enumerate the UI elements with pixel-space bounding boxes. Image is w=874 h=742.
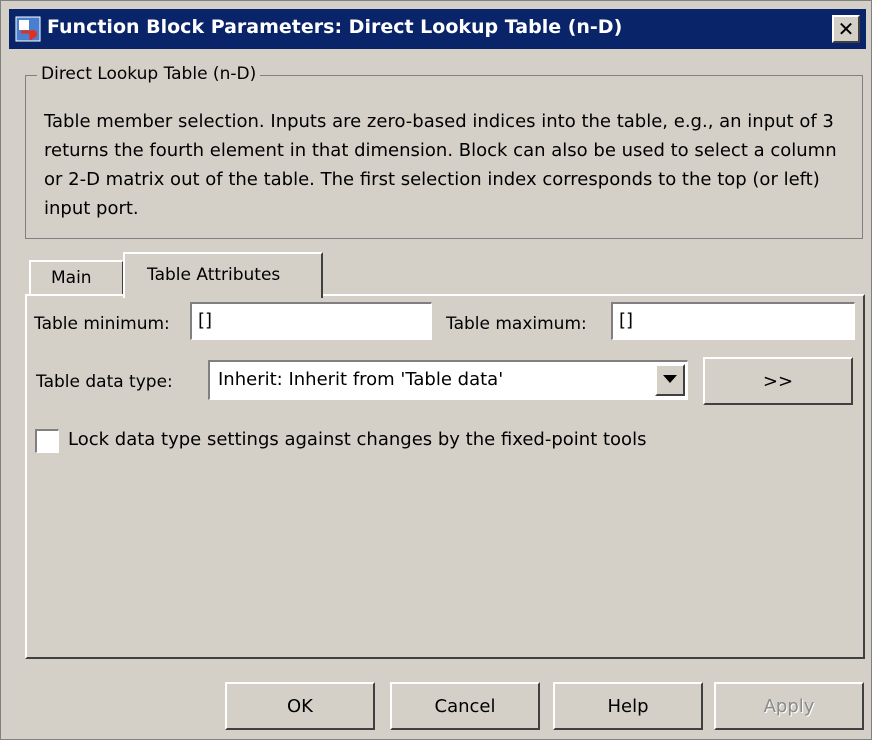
close-icon: ✕ xyxy=(837,17,855,41)
data-type-assistant-label: >> xyxy=(762,370,794,392)
table-maximum-label: Table maximum: xyxy=(446,314,587,334)
simulink-block-icon xyxy=(15,16,41,42)
tab-table-attributes-label: Table Attributes xyxy=(147,265,281,285)
lock-data-type-label: Lock data type settings against changes … xyxy=(68,429,647,450)
table-minimum-label: Table minimum: xyxy=(34,314,170,334)
table-data-type-value: Inherit: Inherit from 'Table data' xyxy=(218,369,504,390)
dialog-window: Function Block Parameters: Direct Lookup… xyxy=(0,0,872,740)
lock-data-type-checkbox[interactable] xyxy=(35,429,59,453)
tab-main[interactable]: Main xyxy=(29,260,124,296)
help-button[interactable]: Help xyxy=(553,682,703,730)
table-data-type-label: Table data type: xyxy=(36,372,173,392)
help-button-label: Help xyxy=(607,695,649,717)
ok-button[interactable]: OK xyxy=(225,682,375,730)
ok-button-label: OK xyxy=(287,695,313,717)
data-type-assistant-button[interactable]: >> xyxy=(703,357,853,405)
title-bar[interactable]: Function Block Parameters: Direct Lookup… xyxy=(9,9,866,49)
block-description: Table member selection. Inputs are zero-… xyxy=(44,111,837,219)
close-button[interactable]: ✕ xyxy=(832,15,860,43)
table-data-type-select[interactable]: Inherit: Inherit from 'Table data' xyxy=(208,360,688,400)
tab-panel xyxy=(25,294,865,659)
tab-main-label: Main xyxy=(51,268,92,288)
apply-button-label: Apply xyxy=(763,695,815,717)
cancel-button-label: Cancel xyxy=(434,695,496,717)
chevron-down-icon[interactable] xyxy=(655,364,685,396)
table-minimum-field[interactable]: [] xyxy=(190,302,432,340)
window-title: Function Block Parameters: Direct Lookup… xyxy=(47,16,623,38)
groupbox-legend: Direct Lookup Table (n-D) xyxy=(37,64,261,84)
apply-button[interactable]: Apply xyxy=(714,682,864,730)
table-maximum-field[interactable]: [] xyxy=(611,302,855,340)
cancel-button[interactable]: Cancel xyxy=(390,682,540,730)
tab-table-attributes[interactable]: Table Attributes xyxy=(123,252,323,298)
